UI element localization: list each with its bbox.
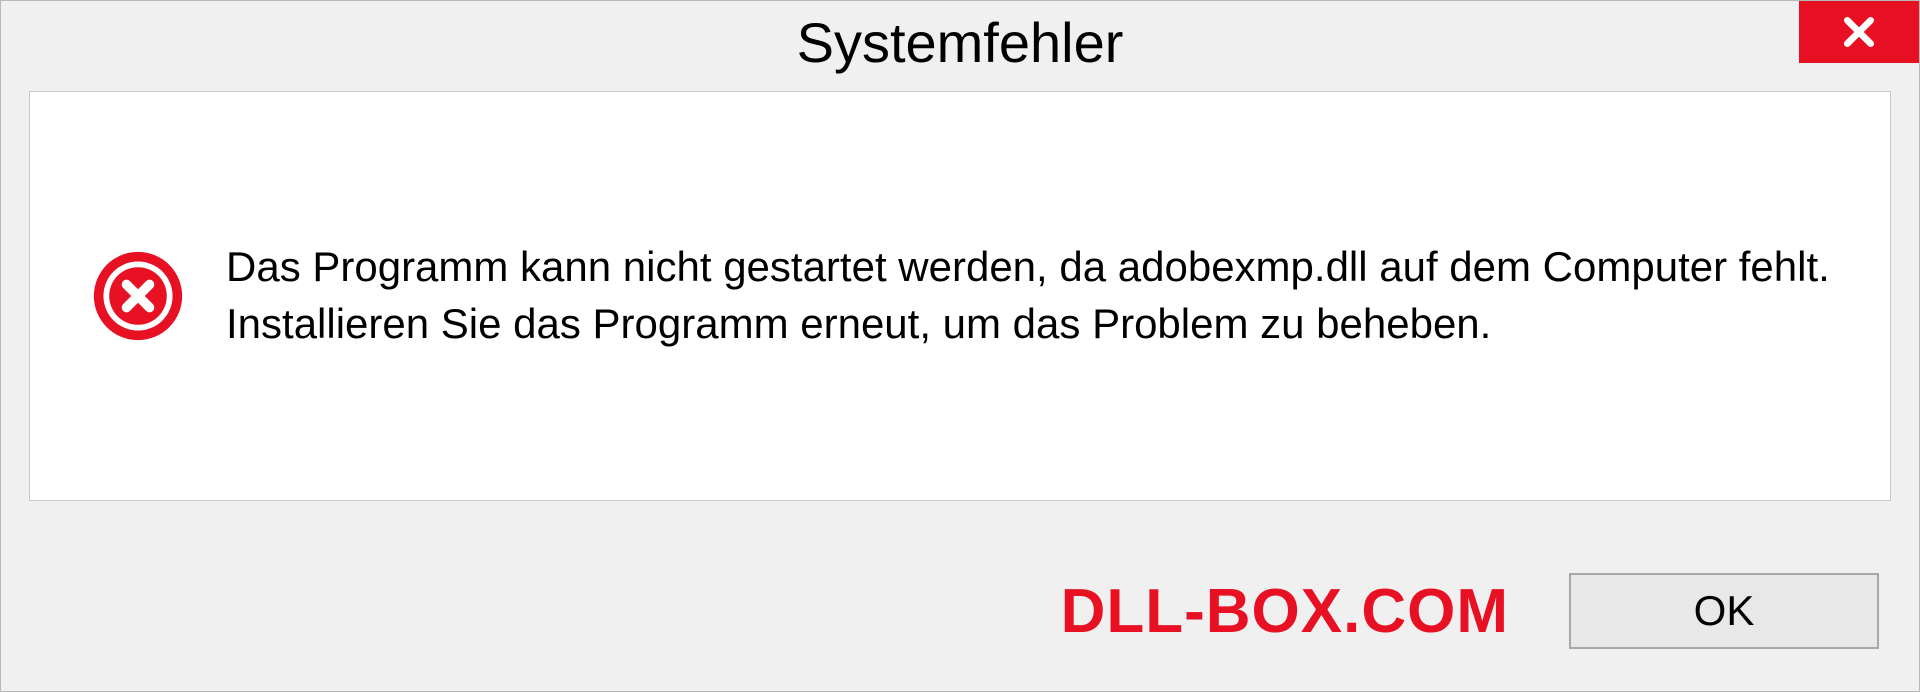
titlebar: Systemfehler <box>1 1 1919 83</box>
close-icon <box>1839 12 1879 52</box>
dialog-footer: DLL-BOX.COM OK <box>1 531 1919 691</box>
content-panel: Das Programm kann nicht gestartet werden… <box>29 91 1891 501</box>
ok-button[interactable]: OK <box>1569 573 1879 649</box>
ok-button-label: OK <box>1694 587 1755 635</box>
dialog-title: Systemfehler <box>797 10 1124 75</box>
error-icon <box>90 248 186 344</box>
error-dialog: Systemfehler Das Programm kann nicht ges… <box>0 0 1920 692</box>
error-message: Das Programm kann nicht gestartet werden… <box>226 239 1830 352</box>
close-button[interactable] <box>1799 1 1919 63</box>
watermark-text: DLL-BOX.COM <box>1061 576 1509 647</box>
